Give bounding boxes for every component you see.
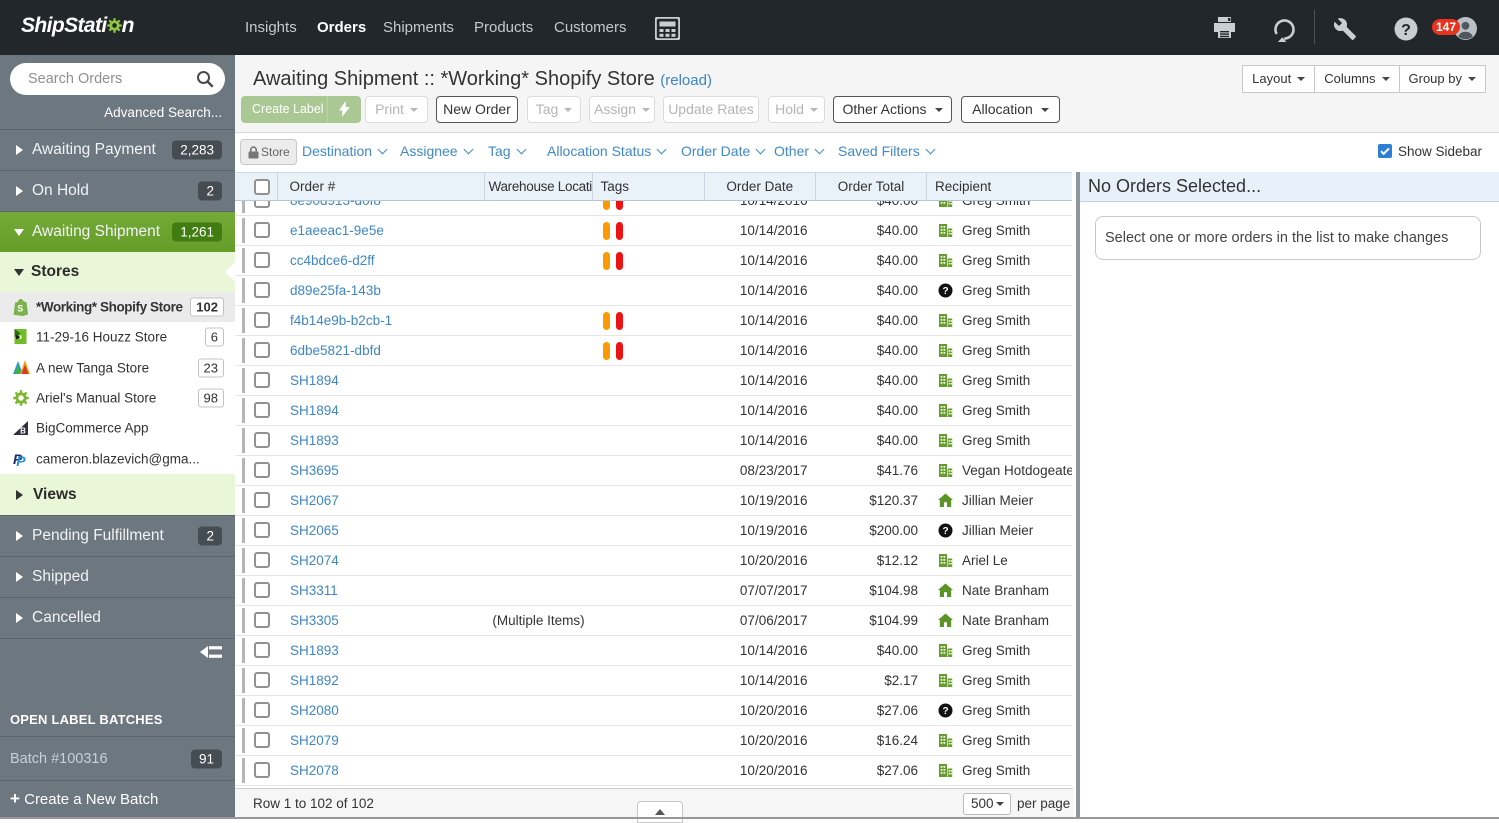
svg-text:?: ? [1401,22,1411,39]
svg-text:?: ? [942,706,948,717]
svg-text:?: ? [942,526,948,537]
svg-text:S: S [17,304,23,314]
svg-text:B: B [20,427,26,436]
svg-text:?: ? [942,286,948,297]
svg-text:P: P [16,452,26,466]
